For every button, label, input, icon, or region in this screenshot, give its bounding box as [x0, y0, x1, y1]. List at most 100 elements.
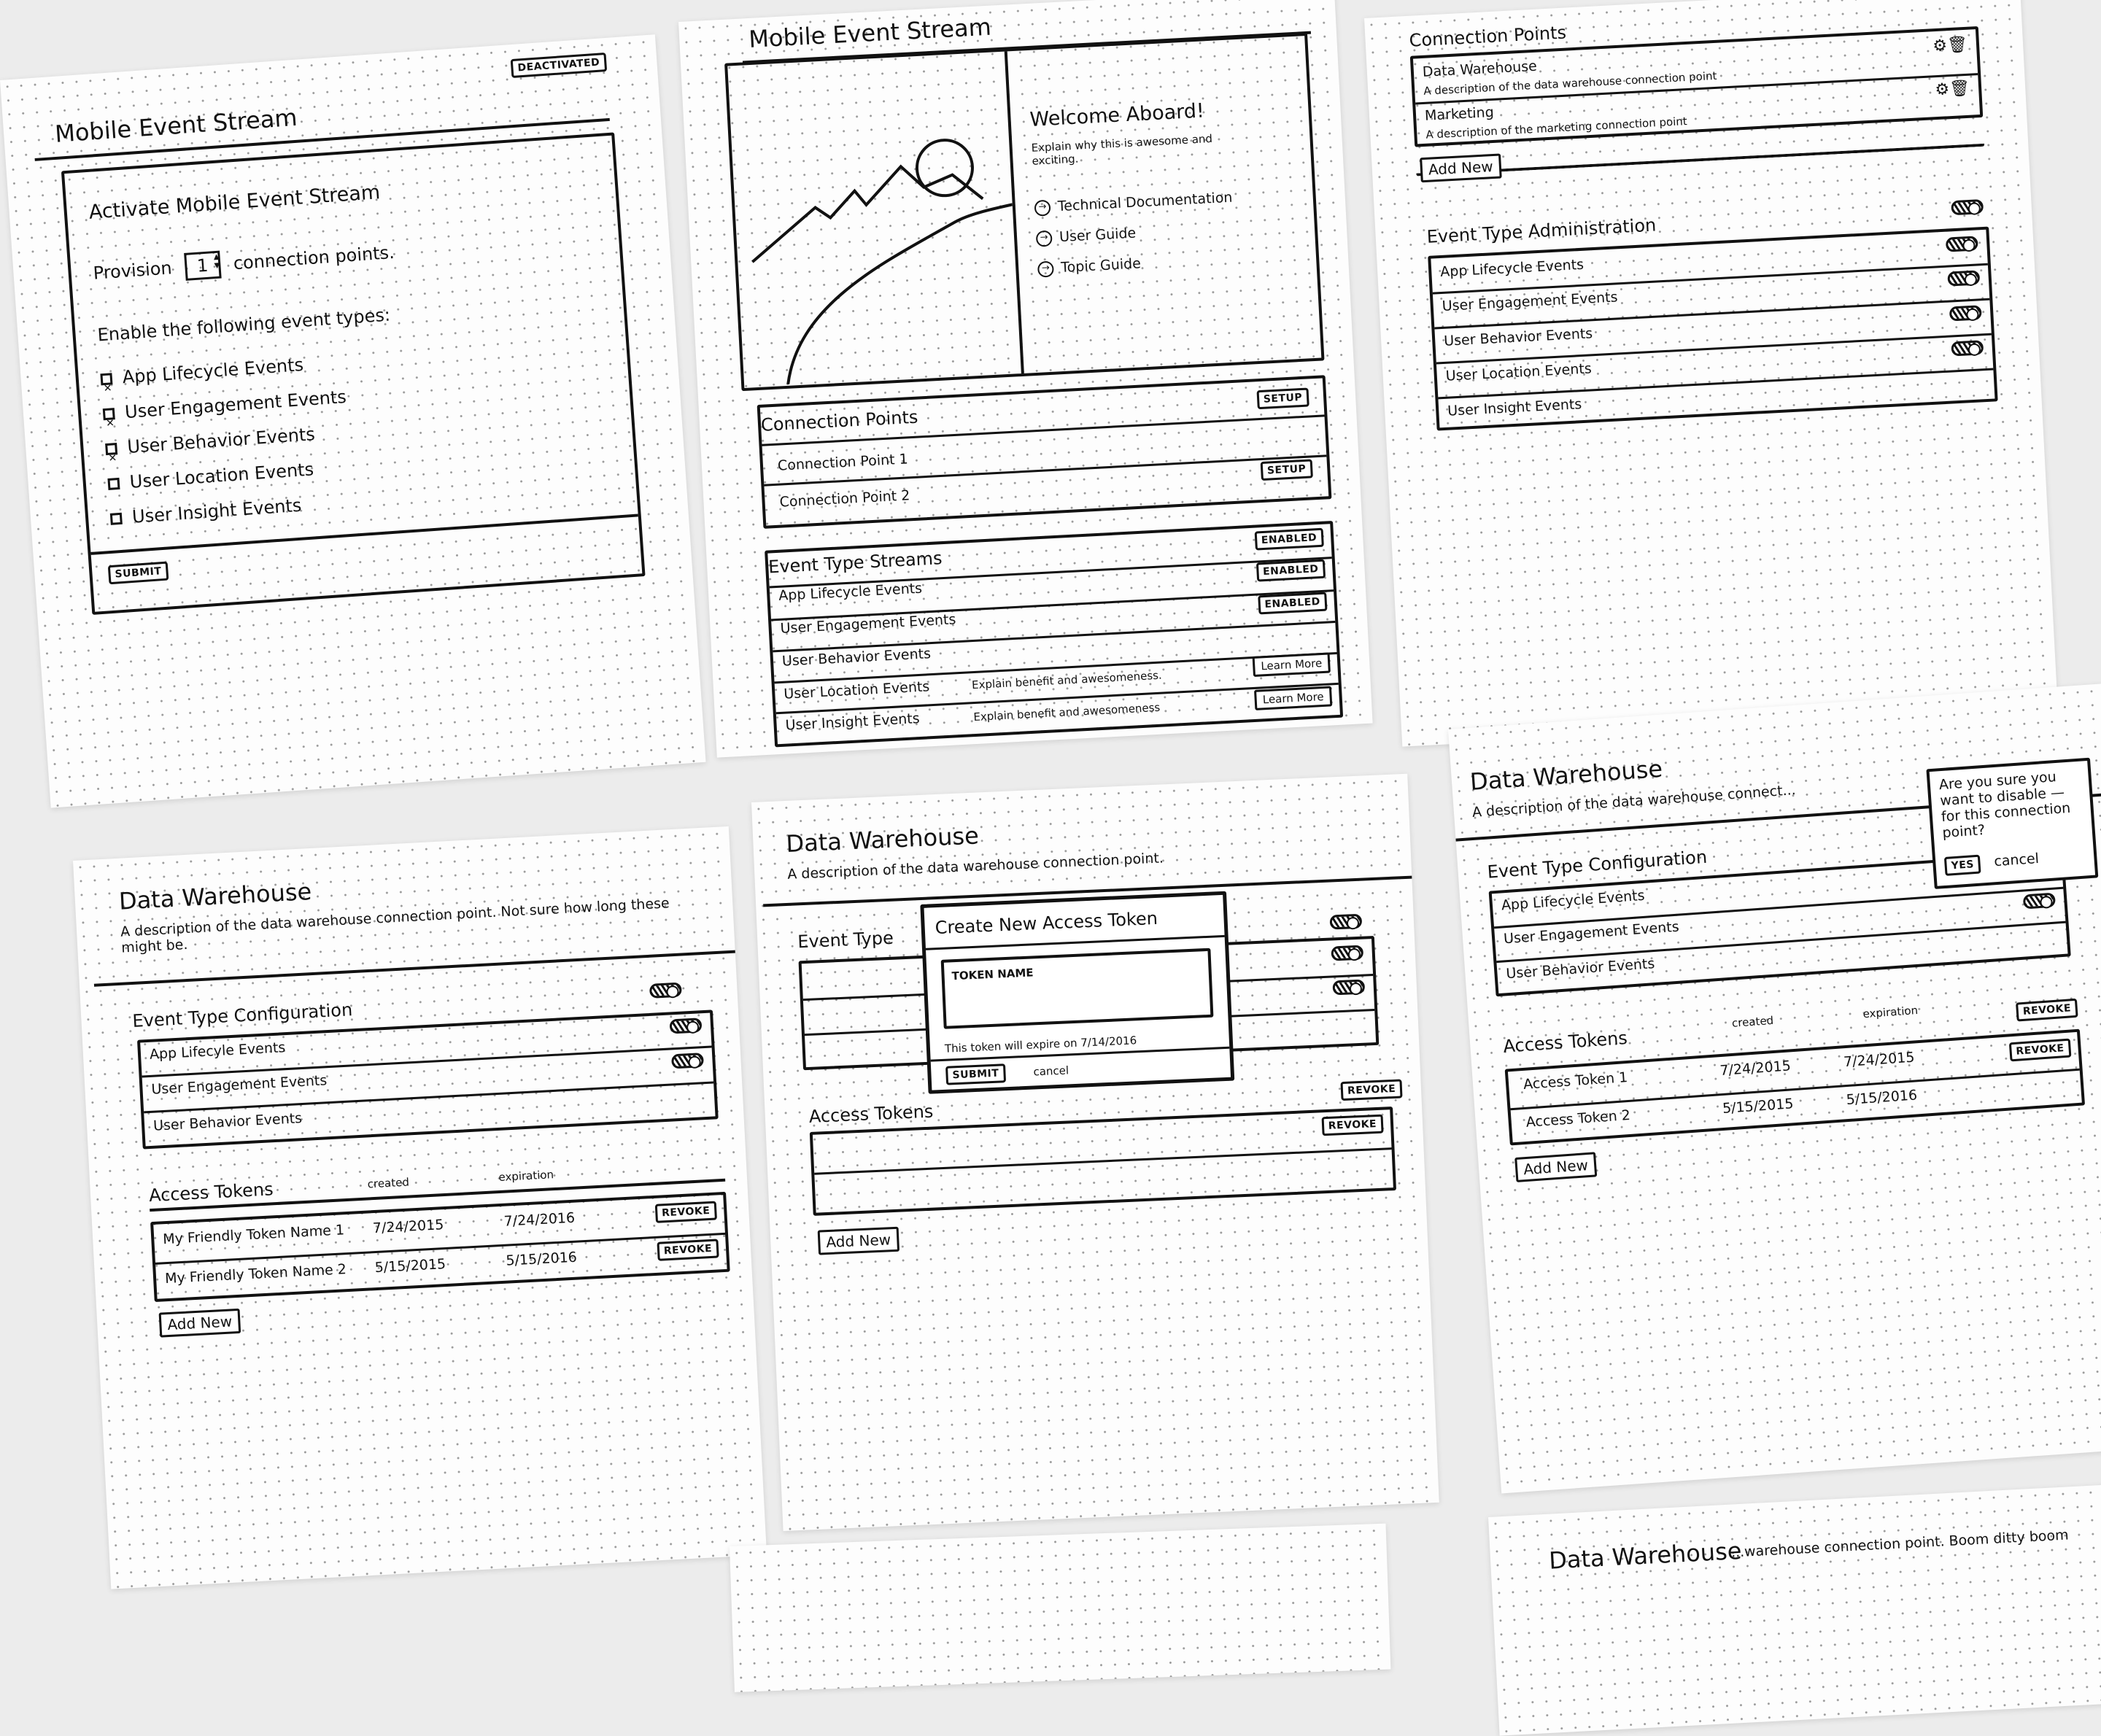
toggle-switch[interactable]: [671, 1053, 705, 1069]
add-new-button[interactable]: Add New: [1420, 153, 1502, 183]
token-name: My Friendly Token Name 1: [162, 1222, 345, 1248]
submit-button[interactable]: SUBMIT: [945, 1063, 1006, 1085]
toggle-switch[interactable]: [1947, 270, 1981, 287]
checkbox-checked-icon[interactable]: [100, 373, 113, 386]
connection-point-name: Connection Point 2: [779, 487, 910, 511]
toggle-switch[interactable]: [1949, 305, 1982, 322]
stream-note: Explain benefit and awesomeness: [972, 700, 1161, 724]
column-header-expiration: expiration: [498, 1168, 554, 1185]
column-header-expiration: expiration: [1862, 1004, 1919, 1021]
learn-more-button[interactable]: Learn More: [1252, 652, 1331, 677]
trash-icon[interactable]: 🗑: [1949, 80, 1970, 98]
setup-button[interactable]: SETUP: [1260, 459, 1313, 481]
add-new-button[interactable]: Add New: [158, 1308, 241, 1338]
event-type-label: User Insight Events: [1447, 396, 1582, 419]
section-title: Event Type Streams: [767, 548, 943, 578]
arrow-circle-icon: →: [1035, 230, 1053, 247]
checkbox-checked-icon[interactable]: [105, 443, 118, 456]
section-title: Event Type Configuration: [1486, 846, 1708, 883]
revoke-button[interactable]: REVOKE: [657, 1239, 719, 1261]
gear-icon[interactable]: ⚙: [1932, 36, 1948, 55]
cancel-link[interactable]: cancel: [1994, 850, 2040, 869]
token-created: 5/15/2015: [374, 1256, 446, 1276]
page-title: Data Warehouse: [118, 877, 313, 915]
stream-label: User Insight Events: [785, 710, 921, 734]
stepper-arrows-icon[interactable]: ▲ ▼: [213, 253, 220, 271]
welcome-text: Explain why this is awesome and exciting…: [1031, 131, 1213, 168]
setup-button[interactable]: SETUP: [1256, 387, 1309, 410]
section-title: Access Tokens: [808, 1101, 934, 1127]
revoke-button[interactable]: REVOKE: [2016, 998, 2078, 1022]
stream-action-button[interactable]: ENABLED: [1257, 592, 1328, 615]
provision-stepper[interactable]: 1 ▲ ▼: [183, 250, 222, 281]
cancel-link[interactable]: cancel: [1033, 1063, 1069, 1078]
toggle-switch[interactable]: [669, 1018, 703, 1034]
event-type-label: User Insight Events: [131, 495, 303, 527]
token-expiration: 7/24/2015: [1843, 1049, 1916, 1071]
section-title: Event Type: [797, 927, 894, 953]
section-title: Access Tokens: [148, 1179, 274, 1206]
toggle-switch[interactable]: [1951, 340, 1984, 357]
revoke-button[interactable]: REVOKE: [1340, 1079, 1403, 1101]
event-type-label: User Location Events: [128, 459, 314, 492]
toggle-switch[interactable]: [2022, 892, 2056, 910]
toggle-switch[interactable]: [1329, 913, 1363, 930]
event-type-label: User Engagement Events: [1503, 918, 1680, 948]
revoke-button[interactable]: REVOKE: [654, 1201, 717, 1223]
add-new-button[interactable]: Add New: [817, 1226, 899, 1255]
link-label: Topic Guide: [1060, 255, 1142, 276]
token-expiration: 7/24/2016: [503, 1209, 576, 1230]
arrow-circle-icon: →: [1034, 199, 1051, 217]
event-type-label: User Engagement Events: [1442, 289, 1618, 314]
submit-button[interactable]: SUBMIT: [107, 561, 169, 585]
image-placeholder-icon: [751, 139, 1013, 385]
page-title: Data Warehouse: [785, 821, 980, 858]
sketch-sheet-admin: Connection Points Data Warehouse A descr…: [1364, 0, 2059, 747]
toggle-switch[interactable]: [649, 982, 682, 999]
page-title: Mobile Event Stream: [54, 103, 298, 148]
event-type-label: User Behavior Events: [152, 1110, 303, 1134]
token-expiration: 5/15/2016: [505, 1249, 578, 1269]
yes-button[interactable]: YES: [1943, 854, 1981, 876]
page-title: Data Warehouse: [1548, 1536, 1743, 1575]
revoke-button[interactable]: REVOKE: [2008, 1038, 2072, 1062]
token-name-placeholder: TOKEN NAME: [951, 966, 1034, 983]
add-new-button[interactable]: Add New: [1514, 1152, 1597, 1182]
event-type-label: App Lifecyle Events: [149, 1039, 286, 1063]
token-expiration: 5/15/2016: [1846, 1087, 1918, 1109]
welcome-title: Welcome Aboard!: [1029, 99, 1205, 131]
welcome-panel: Welcome Aboard! Explain why this is awes…: [724, 32, 1325, 392]
learn-more-button[interactable]: Learn More: [1254, 686, 1333, 710]
gear-icon[interactable]: ⚙: [1935, 80, 1950, 99]
checkbox-checked-icon[interactable]: [102, 408, 115, 421]
page-title: Data Warehouse: [1469, 754, 1664, 797]
toggle-switch[interactable]: [1331, 945, 1364, 961]
sketch-sheet-create-token: Data Warehouse A description of the data…: [751, 773, 1439, 1532]
title-divider: [93, 950, 735, 987]
stream-action-button[interactable]: ENABLED: [1254, 527, 1324, 551]
event-streams-panel: Event Type Streams ENABLED App Lifecycle…: [765, 520, 1344, 748]
token-created: 5/15/2015: [1722, 1096, 1795, 1117]
sketch-sheet-partial: [730, 1523, 1391, 1692]
toggle-switch[interactable]: [1332, 979, 1366, 996]
trash-icon[interactable]: 🗑: [1946, 36, 1967, 55]
stream-action-button[interactable]: ENABLED: [1255, 559, 1326, 582]
enable-label: Enable the following event types:: [96, 304, 391, 346]
revoke-button[interactable]: REVOKE: [1321, 1114, 1384, 1136]
token-created: 7/24/2015: [1719, 1058, 1792, 1080]
section-title: Connection Points: [760, 406, 919, 435]
sketch-sheet-disable-confirm: Data Warehouse A description of the data…: [1448, 683, 2101, 1494]
event-type-label: User Location Events: [1445, 360, 1593, 384]
activate-panel: Activate Mobile Event Stream Provision 1…: [61, 132, 646, 615]
provision-suffix: connection points.: [232, 241, 395, 274]
toggle-switch[interactable]: [1945, 236, 1978, 252]
checkbox-unchecked-icon[interactable]: [109, 512, 123, 525]
checkbox-unchecked-icon[interactable]: [107, 477, 120, 491]
connection-points-panel: Connection Points Connection Point 1 SET…: [757, 375, 1332, 529]
event-admin-list: App Lifecycle Events User Engagement Eve…: [1428, 226, 1998, 431]
token-name-input[interactable]: TOKEN NAME: [940, 948, 1214, 1029]
section-title: Access Tokens: [1502, 1027, 1628, 1057]
toggle-switch[interactable]: [1951, 198, 1984, 216]
token-name: Access Token 2: [1525, 1107, 1631, 1131]
token-name: My Friendly Token Name 2: [164, 1261, 347, 1287]
